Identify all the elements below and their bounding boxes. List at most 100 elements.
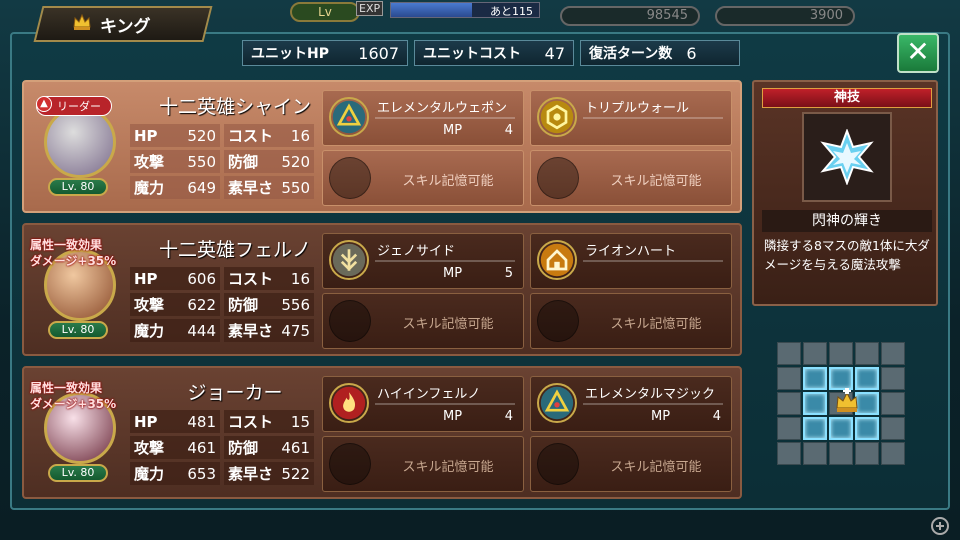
fire-icon bbox=[329, 383, 369, 423]
stat-value: 649 bbox=[187, 178, 216, 197]
unit-cost-value: 47 bbox=[544, 43, 565, 63]
skill-name: エレメンタルウェポン bbox=[377, 101, 508, 116]
stat-label: HP bbox=[134, 412, 158, 431]
wall-icon bbox=[537, 97, 577, 137]
attribute-bonus-line1: 属性一致効果 bbox=[30, 381, 103, 395]
god-skill-icon-frame[interactable] bbox=[802, 112, 892, 202]
stat-hp: HP 520 bbox=[130, 124, 220, 147]
stat-atk: 攻撃 461 bbox=[130, 436, 220, 459]
mp-value: 4 bbox=[712, 409, 721, 424]
mp-label: MP bbox=[443, 266, 463, 281]
empty-skill-slot[interactable]: スキル記憶可能 bbox=[530, 150, 732, 206]
watermark-logo bbox=[931, 517, 949, 535]
god-skill-description: 隣接する8マスの敵1体に大ダメージを与える魔法攻撃 bbox=[764, 238, 930, 272]
empty-slot-icon bbox=[329, 300, 371, 342]
skill-slot[interactable]: エレメンタルウェポン MP 4 bbox=[322, 90, 524, 146]
empty-skill-slot[interactable]: スキル記憶可能 bbox=[530, 436, 732, 492]
unit-stats: HP 606 コスト 16 攻撃 622 防御 556 魔力 444 素早さ 475 bbox=[130, 267, 316, 342]
empty-skill-slot[interactable]: スキル記憶可能 bbox=[322, 436, 524, 492]
revive-turns-value: 6 bbox=[686, 43, 697, 63]
stat-atk: 攻撃 622 bbox=[130, 293, 220, 316]
close-button[interactable]: ✕ bbox=[897, 33, 939, 73]
grid-cell bbox=[777, 442, 801, 465]
grid-cell bbox=[881, 342, 905, 365]
skill-slot[interactable]: エレメンタルマジック MP 4 bbox=[530, 376, 732, 432]
unit-level-badge: Lv. 80 bbox=[48, 178, 108, 196]
unit-hp-box: ユニットHP 1607 bbox=[242, 40, 408, 66]
stat-atk: 攻撃 550 bbox=[130, 150, 220, 173]
empty-slot-label: スキル記憶可能 bbox=[402, 174, 494, 189]
stat-label: 素早さ bbox=[228, 465, 274, 483]
gem-counter: 3900 bbox=[715, 6, 855, 26]
god-skill-header: 神技 bbox=[762, 88, 932, 108]
stat-cost: コスト 15 bbox=[224, 410, 314, 433]
exp-label: EXP bbox=[356, 1, 384, 16]
witch-hat-icon: ▲ bbox=[36, 96, 52, 112]
unit-card-3[interactable]: 属性一致効果 ダメージ+35% Lv. 80 ジョーカー HP 481 コスト 15 … bbox=[22, 366, 742, 499]
grid-cell-target bbox=[803, 392, 827, 415]
unit-portrait[interactable]: リーダー ▲ Lv. 80 bbox=[34, 94, 122, 196]
unit-name: 十二英雄シャイン bbox=[158, 96, 311, 118]
stat-value: 461 bbox=[187, 438, 216, 457]
unit-name: 十二英雄フェルノ bbox=[158, 239, 311, 261]
grid-cell bbox=[881, 392, 905, 415]
stat-mag: 魔力 653 bbox=[130, 462, 220, 485]
stat-label: 防御 bbox=[228, 153, 259, 171]
unit-portrait[interactable]: 属性一致効果 ダメージ+35% Lv. 80 bbox=[30, 380, 122, 482]
unit-stats: HP 481 コスト 15 攻撃 461 防御 461 魔力 653 素早さ 522 bbox=[130, 410, 316, 485]
revive-turns-label: 復活ターン数 bbox=[589, 46, 673, 62]
stat-value: 606 bbox=[187, 269, 216, 288]
stat-def: 防御 461 bbox=[224, 436, 314, 459]
empty-skill-slot[interactable]: スキル記憶可能 bbox=[530, 293, 732, 349]
stat-cost: コスト 16 bbox=[224, 267, 314, 290]
stat-hp: HP 606 bbox=[130, 267, 220, 290]
mp-label: MP bbox=[443, 409, 463, 424]
empty-slot-label: スキル記憶可能 bbox=[402, 460, 494, 475]
grid-cell bbox=[803, 342, 827, 365]
stat-label: 素早さ bbox=[228, 179, 274, 197]
unit-hp-label: ユニットHP bbox=[251, 46, 329, 62]
skill-slot[interactable]: ライオンハート bbox=[530, 233, 732, 289]
stat-value: 556 bbox=[281, 295, 310, 314]
grid-cell bbox=[829, 342, 853, 365]
stat-def: 防御 520 bbox=[224, 150, 314, 173]
exp-bar: あと115 bbox=[390, 2, 540, 18]
unit-avatar bbox=[44, 106, 116, 178]
stat-spd: 素早さ 475 bbox=[224, 319, 314, 342]
empty-skill-slot[interactable]: スキル記憶可能 bbox=[322, 293, 524, 349]
grid-cell bbox=[777, 417, 801, 440]
empty-slot-icon bbox=[537, 443, 579, 485]
unit-card-1[interactable]: リーダー ▲ Lv. 80 十二英雄シャイン HP 520 コスト 16 攻撃 550… bbox=[22, 80, 742, 213]
gold-counter: 98545 bbox=[560, 6, 700, 26]
top-status-bar: Lv EXP あと115 98545 3900 bbox=[260, 0, 960, 26]
mp-label: MP bbox=[443, 123, 463, 138]
stat-spd: 素早さ 550 bbox=[224, 176, 314, 199]
skill-slot[interactable]: トリプルウォール bbox=[530, 90, 732, 146]
stat-label: 魔力 bbox=[134, 322, 165, 340]
lionheart-icon bbox=[537, 240, 577, 280]
empty-skill-slot[interactable]: スキル記憶可能 bbox=[322, 150, 524, 206]
genocide-icon bbox=[329, 240, 369, 280]
grid-cell-target bbox=[855, 417, 879, 440]
attribute-bonus-tag: 属性一致効果 ダメージ+35% bbox=[30, 237, 116, 269]
unit-card-2[interactable]: 属性一致効果 ダメージ+35% Lv. 80 十二英雄フェルノ HP 606 コスト… bbox=[22, 223, 742, 356]
empty-slot-icon bbox=[329, 157, 371, 199]
grid-cell bbox=[855, 342, 879, 365]
stat-mag: 魔力 444 bbox=[130, 319, 220, 342]
skill-slot[interactable]: ジェノサイド MP 5 bbox=[322, 233, 524, 289]
unit-level-badge: Lv. 80 bbox=[48, 321, 108, 339]
divider bbox=[583, 403, 723, 405]
skill-name: ジェノサイド bbox=[377, 244, 456, 259]
empty-slot-label: スキル記憶可能 bbox=[402, 317, 494, 332]
unit-hp-value: 1607 bbox=[358, 43, 399, 63]
grid-cell bbox=[803, 442, 827, 465]
unit-portrait[interactable]: 属性一致効果 ダメージ+35% Lv. 80 bbox=[30, 237, 122, 339]
stat-spd: 素早さ 522 bbox=[224, 462, 314, 485]
grid-cell bbox=[777, 342, 801, 365]
divider bbox=[375, 403, 515, 405]
unit-name: ジョーカー bbox=[187, 382, 283, 404]
empty-slot-icon bbox=[329, 443, 371, 485]
skill-slot[interactable]: ハイインフェルノ MP 4 bbox=[322, 376, 524, 432]
stat-value: 622 bbox=[187, 295, 216, 314]
empty-slot-icon bbox=[537, 300, 579, 342]
